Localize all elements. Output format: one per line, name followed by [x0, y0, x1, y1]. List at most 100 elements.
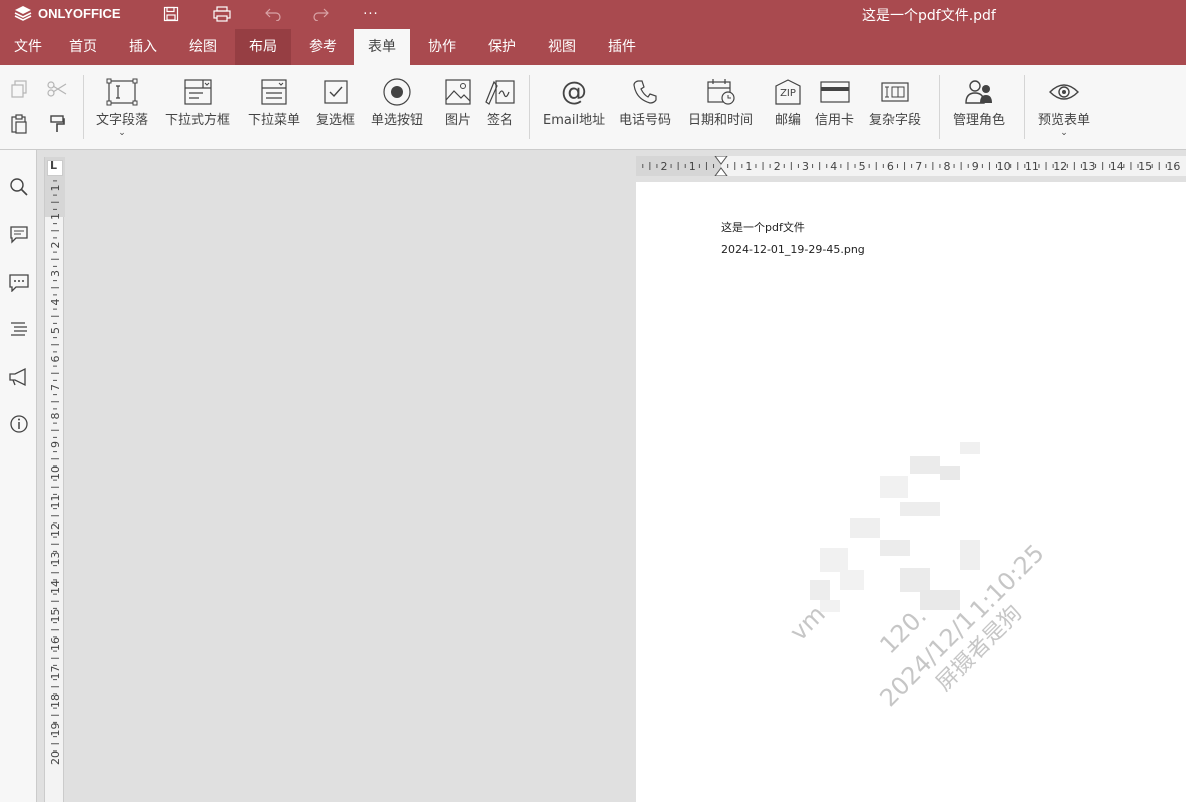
ruler-label: 5 [49, 327, 62, 334]
ruler-label: 11 [49, 495, 62, 509]
tab-stop-selector[interactable]: L [47, 159, 63, 176]
search-button[interactable] [8, 176, 30, 198]
info-icon [10, 415, 28, 433]
vertical-ruler-ticks: 11234567891011121314151617181920 [45, 157, 65, 765]
document-page[interactable]: 这是一个pdf文件 2024-12-01_19-29-45.png [636, 182, 1186, 802]
tab-collaboration[interactable]: 协作 [414, 29, 470, 65]
horizontal-ruler[interactable]: 2 1 1 2 3 4 5 6 7 8 9 10 11 12 13 14 15 16 [636, 155, 1186, 177]
navigation-button[interactable] [8, 318, 30, 340]
ruler-label: 14 [1110, 160, 1124, 173]
phone-button[interactable]: 电话号码 [619, 77, 671, 128]
tab-insert[interactable]: 插入 [115, 29, 171, 65]
ruler-label: 17 [49, 666, 62, 680]
text-field-label: 文字段落 [96, 113, 149, 128]
cut-button[interactable] [45, 77, 69, 101]
ruler-label: 10 [49, 466, 62, 480]
paste-button[interactable] [7, 112, 31, 136]
tab-layout[interactable]: 布局 [235, 29, 291, 65]
redo-button[interactable] [310, 4, 332, 24]
ruler-label: 4 [49, 299, 62, 306]
email-icon: @ [561, 77, 588, 107]
save-icon [163, 6, 179, 22]
tab-protection[interactable]: 保护 [474, 29, 530, 65]
redo-icon [313, 8, 329, 21]
phone-icon [633, 80, 657, 104]
radio-button-button[interactable]: 单选按钮 [371, 77, 423, 128]
feedback-button[interactable] [8, 366, 30, 388]
manage-roles-button[interactable]: 管理角色 [953, 77, 1005, 128]
ruler-label: 11 [1025, 160, 1039, 173]
email-label: Email地址 [543, 113, 606, 128]
signature-label: 签名 [486, 113, 513, 128]
toolbar-separator [529, 75, 530, 139]
tab-file[interactable]: 文件 [0, 29, 56, 65]
chat-icon [9, 274, 29, 292]
manage-roles-icon [965, 80, 992, 104]
ruler-label: 12 [49, 523, 62, 537]
combo-box-label: 下拉式方框 [165, 113, 231, 128]
date-time-button[interactable]: 日期和时间 [688, 77, 753, 128]
left-sidebar [0, 150, 37, 802]
more-button[interactable]: ··· [360, 4, 382, 24]
ruler-label: 15 [1138, 160, 1152, 173]
chat-button[interactable] [8, 271, 30, 293]
checkbox-label: 复选框 [316, 113, 356, 128]
ruler-label: 3 [49, 270, 62, 277]
zip-code-button[interactable]: ZIP 邮编 [771, 77, 805, 128]
complex-field-button[interactable]: 复杂字段 [869, 77, 921, 128]
tab-stop-icon: L [50, 159, 58, 172]
ruler-label: 16 [1166, 160, 1180, 173]
ruler-label: 10 [997, 160, 1011, 173]
ruler-label: 8 [944, 160, 951, 173]
about-button[interactable] [8, 413, 30, 435]
dropdown-list-button[interactable]: 下拉菜单 [248, 77, 300, 128]
comment-icon [10, 226, 28, 244]
ruler-label: 1 [689, 160, 696, 173]
ruler-label: 7 [49, 384, 62, 391]
document-line-title: 这是一个pdf文件 [721, 221, 805, 234]
combo-box-button[interactable]: 下拉式方框 [165, 77, 230, 128]
preview-form-button[interactable]: 预览表单 ⌄ [1038, 77, 1091, 138]
tab-forms[interactable]: 表单 [354, 29, 410, 65]
chevron-down-icon: ⌄ [118, 128, 126, 138]
toolbar-separator [939, 75, 940, 139]
save-button[interactable] [160, 4, 182, 24]
preview-form-label: 预览表单 [1038, 113, 1091, 128]
megaphone-icon [9, 367, 26, 387]
complex-field-label: 复杂字段 [869, 113, 922, 128]
print-button[interactable] [211, 4, 233, 24]
tab-home[interactable]: 首页 [55, 29, 111, 65]
tab-draw[interactable]: 绘图 [175, 29, 231, 65]
paste-icon [11, 114, 27, 134]
comments-button[interactable] [8, 223, 30, 245]
search-icon [10, 178, 28, 196]
onlyoffice-logo: ONLYOFFICE [14, 5, 121, 21]
signature-button[interactable]: 签名 [483, 77, 517, 128]
ruler-label: 13 [49, 552, 62, 566]
document-line-filename: 2024-12-01_19-29-45.png [721, 243, 865, 256]
toolbar-separator [83, 75, 84, 139]
email-button[interactable]: @ Email地址 [543, 77, 605, 128]
ruler-label: 6 [49, 356, 62, 363]
tab-plugins[interactable]: 插件 [594, 29, 650, 65]
scissors-icon [47, 81, 67, 97]
format-painter-button[interactable] [45, 112, 69, 136]
image-button[interactable]: 图片 [441, 77, 475, 128]
undo-button[interactable] [262, 4, 284, 24]
ruler-label: 3 [802, 160, 809, 173]
ruler-label: 12 [1053, 160, 1067, 173]
ruler-label: 7 [915, 160, 922, 173]
date-time-label: 日期和时间 [688, 113, 754, 128]
copy-icon [11, 80, 27, 98]
text-field-button[interactable]: 文字段落 ⌄ [96, 77, 149, 138]
ruler-label: 9 [49, 441, 62, 448]
ruler-label: 1 [49, 213, 62, 220]
tab-references[interactable]: 参考 [295, 29, 351, 65]
vertical-ruler[interactable]: 1 1 2 3 4 5 6 7 8 9 10 11 12 13 14 15 16 17 18 19 20 [44, 157, 65, 802]
credit-card-button[interactable]: 信用卡 [815, 77, 854, 128]
checkbox-button[interactable]: 复选框 [316, 77, 355, 128]
tab-view[interactable]: 视图 [534, 29, 590, 65]
complex-field-icon [881, 82, 909, 102]
ruler-label: 4 [830, 160, 837, 173]
copy-button[interactable] [7, 77, 31, 101]
